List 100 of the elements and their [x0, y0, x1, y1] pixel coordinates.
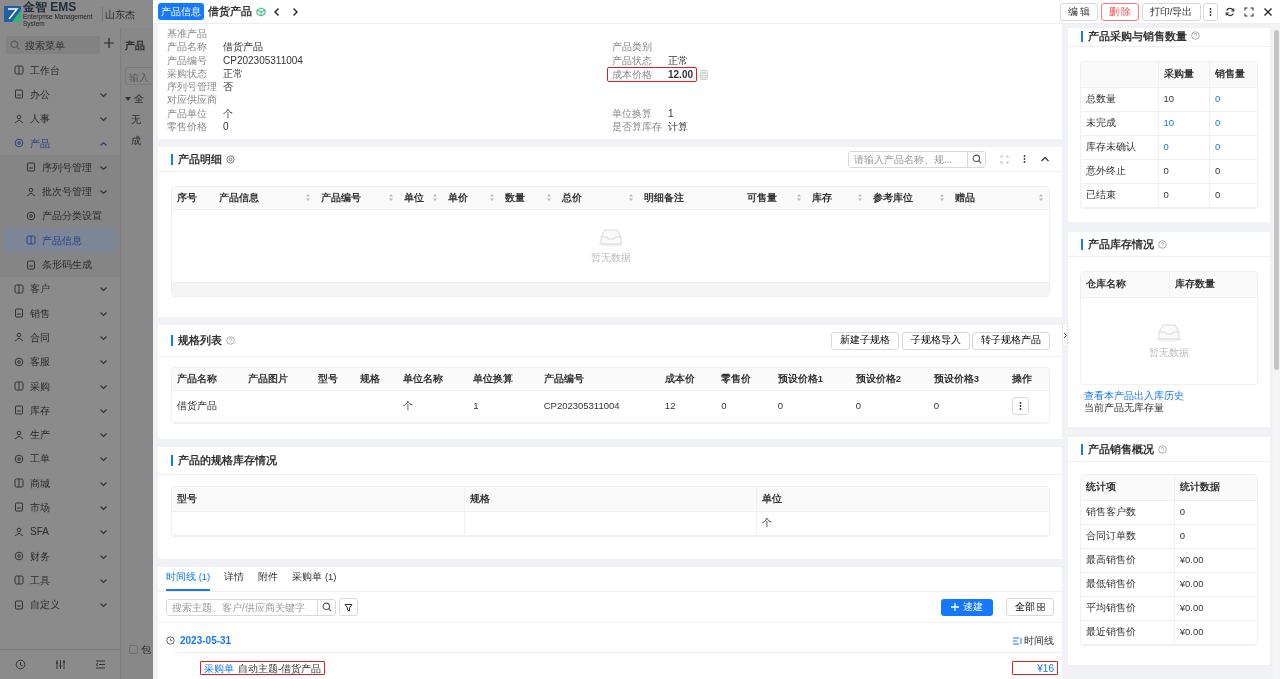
- menu-item[interactable]: 市场: [0, 495, 120, 520]
- menu-item[interactable]: 人事: [0, 106, 120, 131]
- empty-inbox-icon: [1154, 321, 1184, 342]
- document-icon: [14, 502, 24, 513]
- category-badge: 产品信息: [158, 3, 204, 20]
- more-icon[interactable]: [1018, 401, 1022, 412]
- table-cell: 销售客户数: [1081, 500, 1175, 524]
- chevron-down-icon[interactable]: [99, 284, 108, 294]
- menu-item[interactable]: 合同: [0, 325, 120, 350]
- menu-item[interactable]: 工作台: [0, 58, 120, 83]
- menu-item[interactable]: 产品信息: [3, 228, 117, 253]
- panel-icon: [14, 478, 24, 489]
- action-button[interactable]: 打印/导出: [1141, 2, 1201, 21]
- sliders-icon[interactable]: [54, 659, 66, 670]
- history-link[interactable]: 查看本产品出入库历史: [1084, 389, 1258, 402]
- more-icon[interactable]: [1209, 7, 1212, 17]
- menu-item[interactable]: 自定义: [0, 592, 120, 617]
- menu-item[interactable]: 财务: [0, 543, 120, 569]
- table-cell: 0: [1158, 159, 1210, 183]
- menu-item[interactable]: 商城: [0, 471, 120, 496]
- chevron-down-icon[interactable]: [99, 430, 108, 440]
- collapse-menu-icon[interactable]: [94, 659, 106, 670]
- count-link[interactable]: 0: [1209, 135, 1257, 159]
- menu-item[interactable]: SFA: [0, 519, 120, 544]
- chevron-down-icon[interactable]: [99, 357, 108, 367]
- count-link[interactable]: 0: [1158, 135, 1210, 159]
- search-field[interactable]: 搜索主题、客户/供应商关键字: [166, 598, 336, 616]
- table-cell: 0: [850, 390, 929, 422]
- card-title: 产品的规格库存情况: [171, 455, 277, 466]
- search-button[interactable]: [967, 151, 985, 167]
- menu-item[interactable]: 库存: [0, 398, 120, 423]
- add-icon[interactable]: [104, 38, 114, 48]
- column-header: 成本价: [664, 372, 695, 384]
- tree-node[interactable]: 全: [133, 91, 144, 106]
- collapse-handle[interactable]: [1062, 323, 1068, 347]
- chevron-down-icon[interactable]: [99, 503, 108, 512]
- count-link[interactable]: 10: [1158, 111, 1210, 135]
- funnel-icon[interactable]: [343, 602, 353, 612]
- more-icon[interactable]: [1023, 154, 1026, 164]
- checkbox-label: 包: [141, 643, 151, 657]
- menu-search-field[interactable]: 搜索菜单: [6, 36, 100, 54]
- column-header: 明细备注: [644, 190, 684, 205]
- count-link[interactable]: 0: [1209, 87, 1257, 111]
- search-field[interactable]: 请输入产品名称、规...: [848, 150, 986, 168]
- menu-item[interactable]: 客户: [0, 276, 120, 301]
- card-title: 产品采购与销售数量: [1081, 31, 1187, 42]
- count-link[interactable]: 0: [1209, 111, 1257, 135]
- table-cell: 意外终止: [1081, 159, 1158, 183]
- circle-icon: [14, 356, 24, 367]
- field-label: 产品状态: [612, 53, 653, 67]
- column-header: 单位: [404, 190, 425, 205]
- chevron-down-icon[interactable]: [99, 527, 108, 537]
- search-icon[interactable]: [971, 154, 982, 164]
- chevron-right-icon[interactable]: [1062, 331, 1068, 339]
- circle-icon: [26, 210, 36, 221]
- chevron-down-icon[interactable]: [99, 114, 108, 124]
- chevron-down-icon[interactable]: [99, 454, 108, 464]
- menu-search-input[interactable]: 搜索菜单: [23, 36, 83, 54]
- tab[interactable]: 详情: [224, 569, 245, 591]
- menu-item[interactable]: 工具: [0, 568, 120, 593]
- tab[interactable]: 采购单 (1): [292, 569, 337, 591]
- column-header: 预设价格2: [855, 372, 901, 384]
- tree-node[interactable]: 成: [125, 133, 153, 148]
- tab[interactable]: 附件: [258, 569, 279, 591]
- checkbox[interactable]: [129, 645, 138, 654]
- tab[interactable]: 时间线 (1): [166, 569, 211, 591]
- chevron-down-icon[interactable]: [99, 187, 108, 197]
- menu-item[interactable]: 产品: [0, 130, 120, 156]
- scrollbar[interactable]: [1273, 24, 1280, 679]
- history-icon[interactable]: [14, 659, 26, 670]
- view-toggle[interactable]: 时间线: [1024, 633, 1054, 648]
- help-icon: [1158, 444, 1167, 454]
- record-type-link[interactable]: 采购单: [204, 660, 234, 676]
- menu-item[interactable]: 批次号管理: [0, 179, 120, 204]
- collapse-icon[interactable]: [1040, 154, 1050, 164]
- view-all-button[interactable]: 全部: [1005, 598, 1054, 616]
- menu-item[interactable]: 条形码生成: [0, 252, 120, 277]
- action-button[interactable]: 转子规格产品: [972, 331, 1050, 350]
- filter-button[interactable]: [338, 598, 358, 616]
- cube-icon: [256, 6, 266, 17]
- search-button[interactable]: [317, 599, 335, 615]
- action-button[interactable]: 新建子规格: [831, 331, 899, 350]
- caret-down-icon[interactable]: [125, 95, 131, 102]
- create-button[interactable]: 速建: [941, 598, 993, 616]
- menu-item[interactable]: 采购: [0, 373, 120, 399]
- menu-item[interactable]: 办公: [0, 82, 120, 107]
- menu-item[interactable]: 产品分类设置: [0, 203, 120, 229]
- chevron-down-icon[interactable]: [99, 600, 108, 610]
- action-button[interactable]: 编 辑: [1059, 2, 1099, 21]
- settings-icon[interactable]: [226, 154, 235, 164]
- menu-item[interactable]: 客服: [0, 349, 120, 374]
- document-icon: [14, 599, 24, 610]
- action-button[interactable]: 删 除: [1100, 2, 1140, 21]
- menu-item[interactable]: 销售: [0, 300, 120, 326]
- tree-node[interactable]: 无: [125, 112, 153, 127]
- menu-item[interactable]: 序列号管理: [0, 155, 120, 180]
- menu-item[interactable]: 工单: [0, 446, 120, 472]
- menu-item[interactable]: 生产: [0, 422, 120, 447]
- action-button[interactable]: 子规格导入: [901, 331, 970, 350]
- search-icon[interactable]: [321, 602, 332, 612]
